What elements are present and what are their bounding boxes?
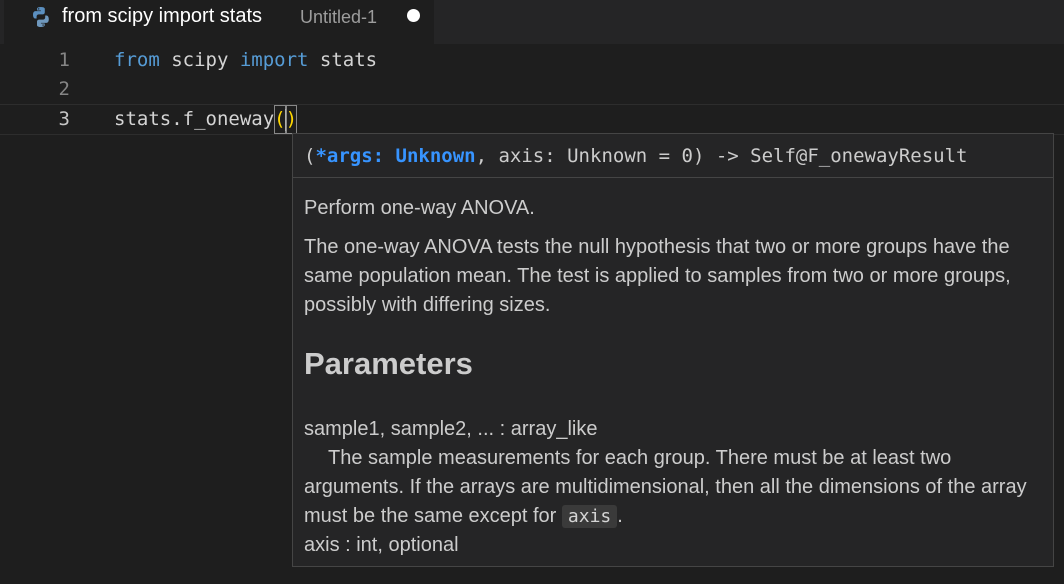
code-line[interactable]: 2 [0, 75, 1064, 104]
signature-help-widget[interactable]: (*args: Unknown, axis: Unknown = 0) -> S… [292, 133, 1054, 567]
signature-label: (*args: Unknown, axis: Unknown = 0) -> S… [293, 134, 1053, 178]
keyword-token: import [239, 49, 309, 71]
doc-description: The one-way ANOVA tests the null hypothe… [304, 236, 1011, 316]
param-name: sample1, sample2, ... : array_like [304, 418, 598, 440]
tab-strip: from scipy import stats Untitled-1 [0, 0, 1064, 44]
tab-title: from scipy import stats [62, 5, 263, 27]
parameters-heading: Parameters [304, 346, 473, 381]
keyword-token: from [114, 49, 160, 71]
param-desc-text: The sample measurements for each group. … [304, 447, 1027, 527]
editor-tab[interactable]: from scipy import stats Untitled-1 [4, 0, 434, 44]
line-number: 1 [58, 49, 70, 71]
code-token: scipy [159, 49, 240, 71]
code-token: stats.f_oneway [114, 108, 275, 130]
signature-open-paren: ( [304, 145, 316, 167]
code-line[interactable]: 1 from scipy import stats [0, 46, 1064, 75]
active-parameter: *args: Unknown [315, 145, 476, 167]
line-number: 2 [58, 78, 70, 100]
param-list: sample1, sample2, ... : array_like The s… [304, 415, 1044, 560]
code-token: stats [308, 49, 378, 71]
param-desc-end: . [617, 505, 623, 527]
param-description: The sample measurements for each group. … [304, 444, 1044, 531]
tab-description: Untitled-1 [300, 7, 378, 27]
doc-summary: Perform one-way ANOVA. [304, 197, 535, 219]
code-line-current[interactable]: 3 stats.f_oneway() [0, 104, 1064, 135]
inline-code: axis [561, 505, 618, 528]
code-text: from scipy import stats [114, 46, 377, 75]
signature-rest: , axis: Unknown = 0) -> Self@F_onewayRes… [475, 145, 968, 167]
close-bracket: ) [285, 105, 298, 134]
python-icon [29, 5, 53, 29]
param-name: axis : int, optional [304, 534, 459, 556]
code-text: stats.f_oneway() [114, 105, 298, 134]
line-number: 3 [58, 108, 70, 130]
documentation: Perform one-way ANOVA. The one-way ANOVA… [304, 194, 1044, 560]
unsaved-dot-icon[interactable] [407, 9, 420, 22]
